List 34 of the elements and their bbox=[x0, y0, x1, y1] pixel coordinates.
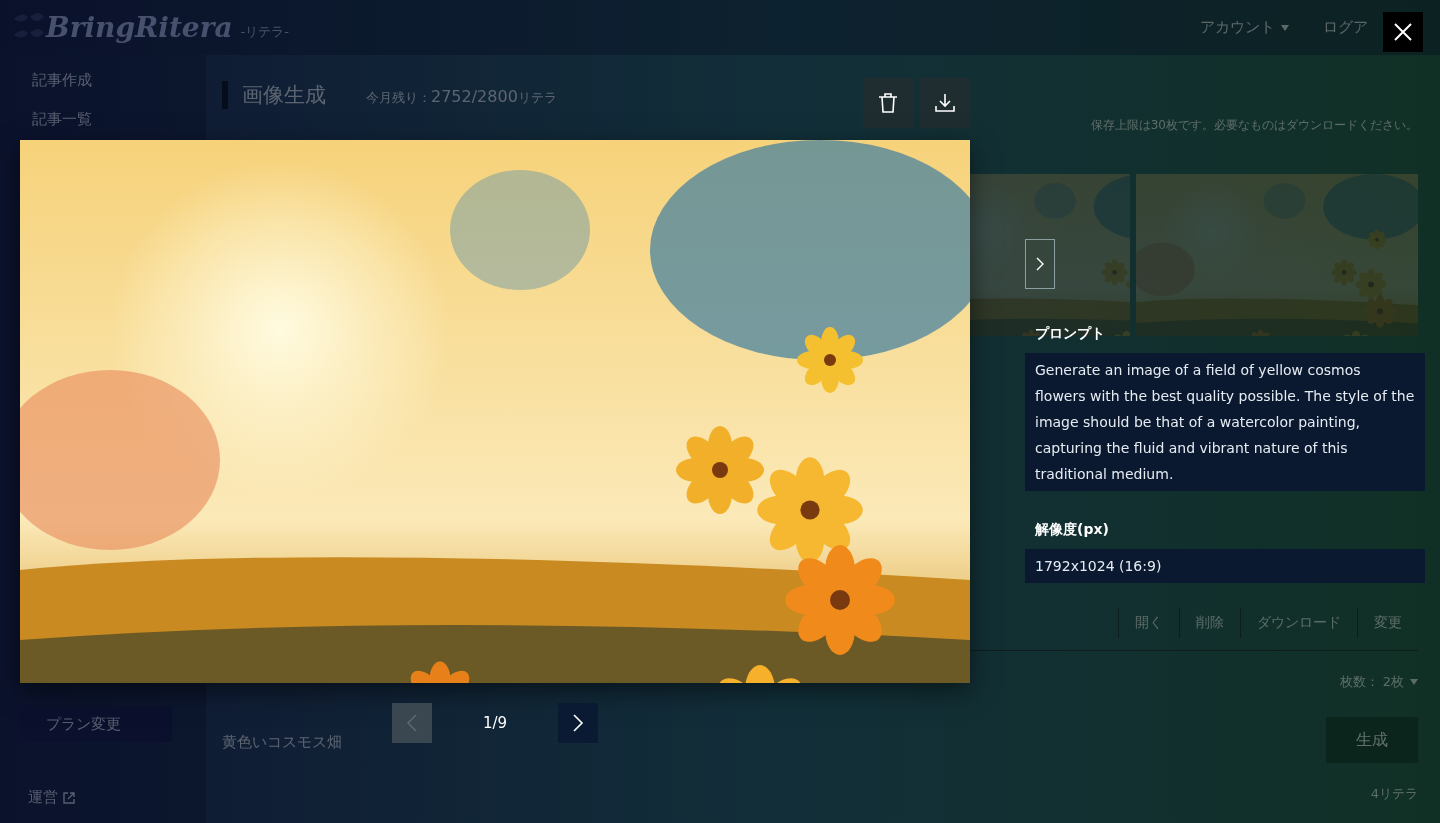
chevron-left-icon bbox=[405, 713, 419, 733]
page-counter: 1/9 bbox=[481, 714, 509, 732]
next-arrow-button[interactable] bbox=[1025, 239, 1055, 289]
count-select[interactable]: 枚数： 2枚 bbox=[1339, 673, 1418, 691]
download-button[interactable] bbox=[920, 78, 970, 128]
toolbar-button[interactable]: ダウンロード bbox=[1240, 608, 1357, 638]
external-link-icon bbox=[62, 790, 76, 805]
sidebar-link[interactable]: 運営 bbox=[28, 788, 58, 807]
cost-text: 4リテラ bbox=[1370, 785, 1418, 803]
prompt-label: プロンプト bbox=[1035, 325, 1106, 343]
download-icon bbox=[934, 92, 956, 114]
trash-icon bbox=[878, 92, 898, 114]
close-icon bbox=[1393, 22, 1413, 42]
resolution-label: 解像度(px) bbox=[1035, 521, 1110, 539]
caret-icon bbox=[1410, 679, 1418, 685]
close-button[interactable] bbox=[1383, 12, 1423, 52]
sidebar-item[interactable]: 記事作成 bbox=[18, 69, 92, 92]
toolbar-button[interactable]: 削除 bbox=[1179, 608, 1240, 638]
prompt-text: Generate an image of a field of yellow cosmos flowers with the best quality possible. The style of the image should be that of a watercolor painting, capturing the fluid and vibrant nature of this traditional medium. bbox=[1025, 353, 1425, 491]
caret-icon bbox=[1281, 24, 1289, 31]
header-menu-item[interactable]: ログア bbox=[1323, 18, 1368, 37]
chevron-right-icon bbox=[1035, 256, 1045, 272]
resolution-value: 1792x1024 (16:9) bbox=[1025, 549, 1425, 583]
page-title: 画像生成 bbox=[222, 81, 326, 109]
logo[interactable]: BringRitera bbox=[46, 11, 233, 44]
generate-button[interactable]: 生成 bbox=[1326, 717, 1418, 763]
toolbar-button[interactable]: 開く bbox=[1118, 608, 1179, 638]
chevron-right-icon bbox=[571, 713, 585, 733]
image-caption: 黄色いコスモス畑 bbox=[222, 733, 342, 753]
header-menu-item[interactable]: アカウント bbox=[1200, 18, 1289, 37]
delete-button[interactable] bbox=[863, 78, 913, 128]
quota-text: 今月残り：2752/2800 リテラ bbox=[366, 87, 557, 107]
next-button[interactable] bbox=[558, 703, 598, 743]
toolbar-button[interactable]: 変更 bbox=[1357, 608, 1418, 638]
